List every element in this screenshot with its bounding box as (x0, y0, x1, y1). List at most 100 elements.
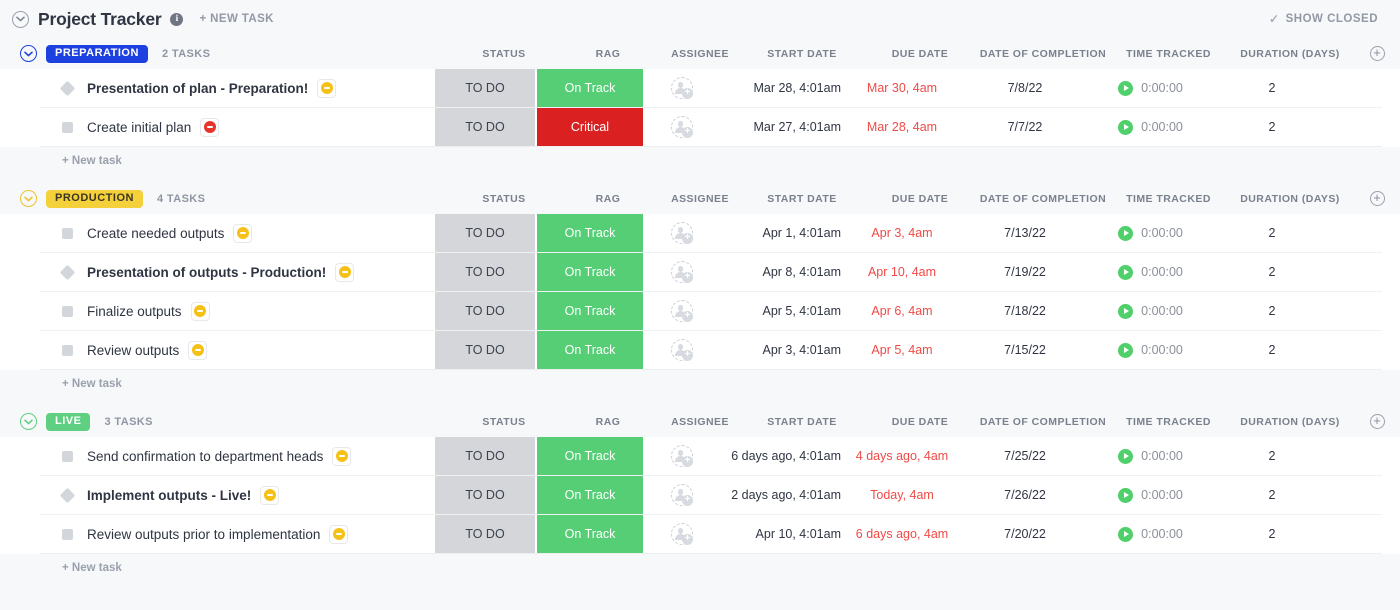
priority-flag-yellow[interactable] (191, 302, 210, 321)
play-icon[interactable] (1118, 343, 1133, 358)
play-icon[interactable] (1118, 120, 1133, 135)
column-header-assignee[interactable]: ASSIGNEE (661, 183, 739, 214)
group-collapse-chevron-icon[interactable] (20, 45, 37, 62)
status-cell[interactable]: TO DO (435, 476, 537, 514)
column-header-assignee[interactable]: ASSIGNEE (661, 38, 739, 69)
rag-cell[interactable]: On Track (537, 253, 643, 291)
rag-cell[interactable]: Critical (537, 108, 643, 146)
table-row[interactable]: Review outputs prior to implementationTO… (40, 515, 1382, 554)
status-cell[interactable]: TO DO (435, 292, 537, 330)
date-of-completion-cell[interactable]: 7/20/22 (957, 515, 1093, 553)
start-date-cell[interactable]: 6 days ago, 4:01am (721, 437, 847, 475)
task-name-cell[interactable]: Create initial plan (40, 108, 435, 146)
assignee-cell[interactable]: + (643, 437, 721, 475)
play-icon[interactable] (1118, 304, 1133, 319)
time-tracked-cell[interactable]: 0:00:00 (1093, 253, 1208, 291)
column-header-due[interactable]: DUE DATE (865, 183, 975, 214)
column-header-rag[interactable]: RAG (555, 38, 661, 69)
priority-flag-yellow[interactable] (260, 486, 279, 505)
table-row[interactable]: Send confirmation to department headsTO … (40, 437, 1382, 476)
due-date-cell[interactable]: Apr 6, 4am (847, 292, 957, 330)
table-row[interactable]: Review outputsTO DOOn Track+Apr 3, 4:01a… (40, 331, 1382, 370)
due-date-cell[interactable]: Today, 4am (847, 476, 957, 514)
rag-cell[interactable]: On Track (537, 292, 643, 330)
add-column-button[interactable]: + (1354, 38, 1400, 69)
table-row[interactable]: Finalize outputsTO DOOn Track+Apr 5, 4:0… (40, 292, 1382, 331)
play-icon[interactable] (1118, 488, 1133, 503)
column-header-due[interactable]: DUE DATE (865, 38, 975, 69)
duration-days-cell[interactable]: 2 (1208, 292, 1336, 330)
time-tracked-cell[interactable]: 0:00:00 (1093, 331, 1208, 369)
table-row[interactable]: Presentation of outputs - Production!TO … (40, 253, 1382, 292)
priority-flag-yellow[interactable] (335, 263, 354, 282)
date-of-completion-cell[interactable]: 7/7/22 (957, 108, 1093, 146)
assignee-cell[interactable]: + (643, 515, 721, 553)
status-cell[interactable]: TO DO (435, 69, 537, 107)
time-tracked-cell[interactable]: 0:00:00 (1093, 214, 1208, 252)
rag-cell[interactable]: On Track (537, 476, 643, 514)
rag-cell[interactable]: On Track (537, 69, 643, 107)
rag-cell[interactable]: On Track (537, 214, 643, 252)
assignee-cell[interactable]: + (643, 253, 721, 291)
play-icon[interactable] (1118, 527, 1133, 542)
task-name-cell[interactable]: Finalize outputs (40, 292, 435, 330)
assignee-cell[interactable]: + (643, 108, 721, 146)
group-collapse-chevron-icon[interactable] (20, 413, 37, 430)
date-of-completion-cell[interactable]: 7/26/22 (957, 476, 1093, 514)
play-icon[interactable] (1118, 449, 1133, 464)
duration-days-cell[interactable]: 2 (1208, 476, 1336, 514)
status-cell[interactable]: TO DO (435, 108, 537, 146)
group-collapse-chevron-icon[interactable] (20, 190, 37, 207)
duration-days-cell[interactable]: 2 (1208, 331, 1336, 369)
duration-days-cell[interactable]: 2 (1208, 515, 1336, 553)
time-tracked-cell[interactable]: 0:00:00 (1093, 108, 1208, 146)
add-column-button[interactable]: + (1354, 406, 1400, 437)
column-header-start[interactable]: START DATE (739, 406, 865, 437)
show-closed-toggle[interactable]: ✓ SHOW CLOSED (1269, 12, 1378, 26)
date-of-completion-cell[interactable]: 7/25/22 (957, 437, 1093, 475)
priority-flag-yellow[interactable] (329, 525, 348, 544)
play-icon[interactable] (1118, 81, 1133, 96)
rag-cell[interactable]: On Track (537, 437, 643, 475)
status-cell[interactable]: TO DO (435, 515, 537, 553)
date-of-completion-cell[interactable]: 7/8/22 (957, 69, 1093, 107)
assignee-cell[interactable]: + (643, 214, 721, 252)
time-tracked-cell[interactable]: 0:00:00 (1093, 515, 1208, 553)
start-date-cell[interactable]: 2 days ago, 4:01am (721, 476, 847, 514)
column-header-time[interactable]: TIME TRACKED (1111, 406, 1226, 437)
duration-days-cell[interactable]: 2 (1208, 253, 1336, 291)
due-date-cell[interactable]: Mar 30, 4am (847, 69, 957, 107)
play-icon[interactable] (1118, 226, 1133, 241)
column-header-rag[interactable]: RAG (555, 406, 661, 437)
play-icon[interactable] (1118, 265, 1133, 280)
start-date-cell[interactable]: Apr 10, 4:01am (721, 515, 847, 553)
assignee-avatar-placeholder[interactable]: + (671, 261, 693, 283)
task-name-cell[interactable]: Presentation of outputs - Production! (40, 253, 435, 291)
priority-flag-yellow[interactable] (317, 79, 336, 98)
group-name-badge[interactable]: PRODUCTION (46, 190, 143, 208)
due-date-cell[interactable]: Apr 10, 4am (847, 253, 957, 291)
priority-flag-yellow[interactable] (188, 341, 207, 360)
start-date-cell[interactable]: Mar 27, 4:01am (721, 108, 847, 146)
table-row[interactable]: Create needed outputsTO DOOn Track+Apr 1… (40, 214, 1382, 253)
assignee-cell[interactable]: + (643, 292, 721, 330)
assignee-avatar-placeholder[interactable]: + (671, 222, 693, 244)
assignee-cell[interactable]: + (643, 69, 721, 107)
column-header-time[interactable]: TIME TRACKED (1111, 38, 1226, 69)
column-header-time[interactable]: TIME TRACKED (1111, 183, 1226, 214)
due-date-cell[interactable]: Apr 3, 4am (847, 214, 957, 252)
assignee-avatar-placeholder[interactable]: + (671, 445, 693, 467)
start-date-cell[interactable]: Apr 1, 4:01am (721, 214, 847, 252)
task-name-cell[interactable]: Review outputs prior to implementation (40, 515, 435, 553)
start-date-cell[interactable]: Apr 3, 4:01am (721, 331, 847, 369)
column-header-doc[interactable]: DATE OF COMPLETION (975, 183, 1111, 214)
status-cell[interactable]: TO DO (435, 437, 537, 475)
column-header-assignee[interactable]: ASSIGNEE (661, 406, 739, 437)
assignee-avatar-placeholder[interactable]: + (671, 523, 693, 545)
time-tracked-cell[interactable]: 0:00:00 (1093, 69, 1208, 107)
date-of-completion-cell[interactable]: 7/19/22 (957, 253, 1093, 291)
column-header-dur[interactable]: DURATION (DAYS) (1226, 183, 1354, 214)
start-date-cell[interactable]: Apr 5, 4:01am (721, 292, 847, 330)
column-header-dur[interactable]: DURATION (DAYS) (1226, 38, 1354, 69)
rag-cell[interactable]: On Track (537, 331, 643, 369)
